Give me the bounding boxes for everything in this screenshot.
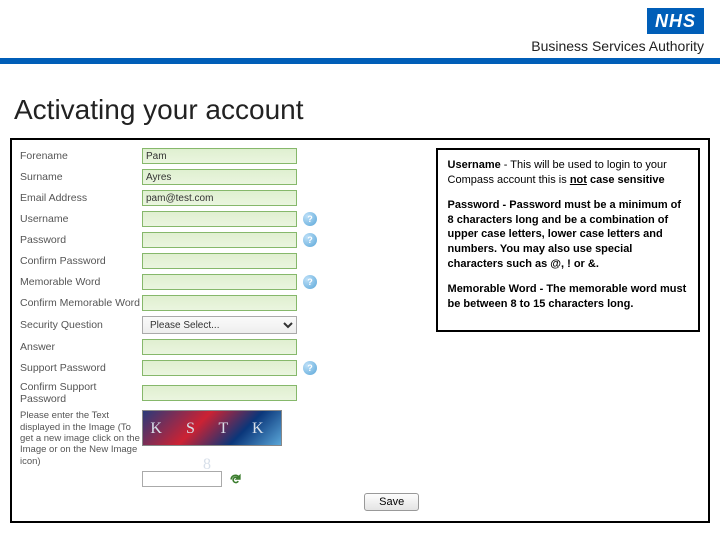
- username-input[interactable]: [142, 211, 297, 227]
- captcha-block: Please enter the Text displayed in the I…: [20, 410, 421, 467]
- page-title: Activating your account: [14, 94, 710, 126]
- forename-input[interactable]: [142, 148, 297, 164]
- confirm-support-password-label: Confirm Support Password: [20, 381, 142, 405]
- row-password: Password ?: [20, 232, 421, 248]
- answer-input[interactable]: [142, 339, 297, 355]
- row-confirm-support-password: Confirm Support Password: [20, 381, 421, 405]
- help-icon[interactable]: ?: [303, 212, 317, 226]
- password-input[interactable]: [142, 232, 297, 248]
- email-input[interactable]: [142, 190, 297, 206]
- refresh-icon[interactable]: [228, 472, 242, 486]
- info-memorable: Memorable Word - The memorable word must…: [448, 282, 688, 312]
- confirm-password-input[interactable]: [142, 253, 297, 269]
- bsa-line1: Business Services Authority: [16, 38, 704, 54]
- nhs-logo: NHS: [647, 8, 704, 34]
- captcha-input[interactable]: [142, 471, 222, 487]
- row-email: Email Address: [20, 190, 421, 206]
- info-password: Password - Password must be a minimum of…: [448, 198, 688, 272]
- help-icon[interactable]: ?: [303, 275, 317, 289]
- confirm-support-password-input[interactable]: [142, 385, 297, 401]
- header-blue-bar: [0, 58, 720, 64]
- username-label: Username: [20, 213, 142, 225]
- row-surname: Surname: [20, 169, 421, 185]
- row-confirm-memorable-word: Confirm Memorable Word: [20, 295, 421, 311]
- save-button[interactable]: Save: [364, 493, 419, 511]
- row-confirm-password: Confirm Password: [20, 253, 421, 269]
- confirm-password-label: Confirm Password: [20, 255, 142, 267]
- email-label: Email Address: [20, 192, 142, 204]
- info-panel: Username - This will be used to login to…: [436, 148, 700, 332]
- row-security-question: Security Question Please Select...: [20, 316, 421, 334]
- security-question-label: Security Question: [20, 319, 142, 331]
- answer-label: Answer: [20, 341, 142, 353]
- save-row: Save: [20, 487, 421, 513]
- surname-label: Surname: [20, 171, 142, 183]
- row-support-password: Support Password ?: [20, 360, 421, 376]
- surname-input[interactable]: [142, 169, 297, 185]
- row-forename: Forename: [20, 148, 421, 164]
- form-column: Forename Surname Email Address Username …: [20, 148, 421, 513]
- confirm-memorable-word-input[interactable]: [142, 295, 297, 311]
- info-username: Username - This will be used to login to…: [448, 158, 688, 188]
- security-question-select[interactable]: Please Select...: [142, 316, 297, 334]
- confirm-memorable-word-label: Confirm Memorable Word: [20, 297, 142, 309]
- bsa-text: Business Services Authority: [0, 38, 720, 58]
- row-memorable-word: Memorable Word ?: [20, 274, 421, 290]
- help-icon[interactable]: ?: [303, 233, 317, 247]
- captcha-input-row: [142, 471, 421, 487]
- captcha-image[interactable]: K S T K 8: [142, 410, 282, 446]
- main-box: Forename Surname Email Address Username …: [10, 138, 710, 523]
- memorable-word-input[interactable]: [142, 274, 297, 290]
- row-username: Username ?: [20, 211, 421, 227]
- forename-label: Forename: [20, 150, 142, 162]
- support-password-label: Support Password: [20, 362, 142, 374]
- support-password-input[interactable]: [142, 360, 297, 376]
- header: NHS: [0, 0, 720, 38]
- row-answer: Answer: [20, 339, 421, 355]
- memorable-word-label: Memorable Word: [20, 276, 142, 288]
- password-label: Password: [20, 234, 142, 246]
- help-icon[interactable]: ?: [303, 361, 317, 375]
- captcha-instructions: Please enter the Text displayed in the I…: [20, 410, 142, 467]
